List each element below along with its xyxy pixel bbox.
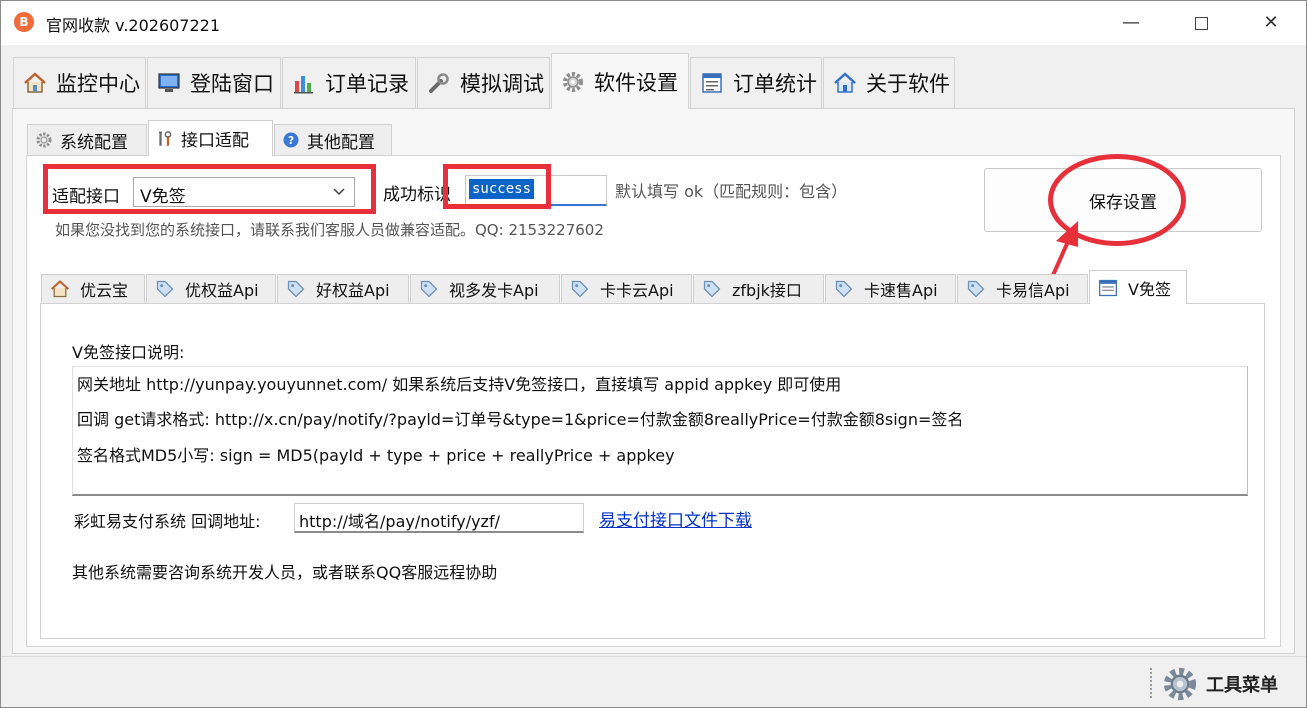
success-flag-highlight-box (443, 164, 551, 209)
tab-label: 订单统计 (733, 72, 817, 96)
rainbow-callback-url-value: http://域名/pay/notify/yzf/ (299, 512, 500, 531)
gear-icon (1162, 666, 1198, 702)
api-tab-label: 好权益Api (316, 281, 390, 300)
window-title: 官网收款 v.202607221 (46, 16, 221, 35)
contact-support-hint: 如果您没找到您的系统接口，请联系我们客服人员做兼容适配。QQ: 21532276… (55, 221, 604, 239)
rainbow-callback-url-input[interactable]: http://域名/pay/notify/yzf/ (294, 503, 584, 533)
api-tab-label: V免签 (1128, 279, 1171, 299)
tag-icon (286, 279, 306, 299)
api-tab-shiduofaka[interactable]: 视多发卡Api (410, 274, 560, 303)
tab-about-software[interactable]: 关于软件 (823, 57, 955, 108)
tools-menu-label: 工具菜单 (1206, 675, 1278, 696)
api-tab-youyunbao[interactable]: 优云宝 (41, 274, 145, 303)
signature-format-line: 签名格式MD5小写: sign = MD5(payId + type + pri… (77, 446, 675, 465)
tools-menu-button[interactable]: 工具菜单 (1162, 666, 1278, 702)
vmianqian-description-textbox[interactable]: 网关地址 http://yunpay.youyunnet.com/ 如果系统后支… (72, 366, 1248, 496)
wrench-icon (426, 70, 452, 96)
tag-icon (155, 279, 175, 299)
tab-software-settings[interactable]: 软件设置 (551, 53, 689, 109)
interface-highlight-box (43, 164, 376, 214)
default-value-hint: 默认填写 ok（匹配规则：包含） (615, 182, 848, 201)
tab-label: 关于软件 (866, 72, 950, 96)
api-tab-label: 卡易信Api (996, 281, 1070, 300)
help-icon: ? (281, 130, 301, 150)
maximize-button[interactable] (1178, 6, 1224, 40)
tab-simulate-debug[interactable]: 模拟调试 (417, 57, 550, 108)
tab-label: 软件设置 (594, 70, 678, 95)
subtab-label: 其他配置 (307, 132, 375, 153)
api-tab-kayixin[interactable]: 卡易信Api (957, 274, 1088, 303)
monitor-icon (156, 70, 182, 96)
tag-icon (966, 279, 986, 299)
tag-icon (570, 279, 590, 299)
gateway-line: 网关地址 http://yunpay.youyunnet.com/ 如果系统后支… (77, 375, 842, 394)
api-tab-label: 卡速售Api (864, 281, 938, 300)
api-tab-kakayun[interactable]: 卡卡云Api (561, 274, 692, 303)
toolbar-grip[interactable] (1150, 668, 1154, 698)
close-icon: ✕ (1263, 12, 1279, 33)
subtab-system-config[interactable]: 系统配置 (27, 124, 147, 155)
tag-icon (702, 279, 722, 299)
vmianqian-heading: V免签接口说明: (72, 343, 185, 362)
tab-label: 模拟调试 (460, 72, 544, 96)
epay-docs-download-link[interactable]: 易支付接口文件下载 (599, 506, 752, 531)
tab-label: 监控中心 (56, 72, 140, 96)
gear-icon (560, 69, 586, 95)
api-tab-kasushou[interactable]: 卡速售Api (825, 274, 956, 303)
svg-text:?: ? (288, 135, 294, 147)
api-tab-youquanyi[interactable]: 优权益Api (146, 274, 276, 303)
api-tab-label: 卡卡云Api (600, 281, 674, 300)
other-systems-note: 其他系统需要咨询系统开发人员，或者联系QQ客服远程协助 (72, 563, 498, 582)
tab-monitor-center[interactable]: 监控中心 (13, 57, 146, 108)
report-icon (699, 70, 725, 96)
tag-icon (419, 279, 439, 299)
house-icon (832, 70, 858, 96)
bar-chart-icon (291, 70, 317, 96)
api-tab-label: 视多发卡Api (449, 281, 539, 300)
tab-order-records[interactable]: 订单记录 (282, 57, 416, 108)
subtab-interface-adapter[interactable]: 接口适配 (148, 120, 273, 156)
api-tab-label: 优权益Api (185, 281, 259, 300)
tab-label: 订单记录 (325, 72, 409, 96)
api-tab-vmianqian[interactable]: V免签 (1089, 270, 1187, 304)
subtab-label: 系统配置 (60, 132, 128, 153)
tab-order-statistics[interactable]: 订单统计 (690, 57, 822, 108)
minimize-button[interactable]: — (1108, 6, 1154, 40)
house-icon (22, 70, 48, 96)
minimize-icon: — (1122, 12, 1140, 33)
tab-login-window[interactable]: 登陆窗口 (147, 57, 281, 108)
api-tab-label: zfbjk接口 (732, 281, 802, 300)
app-logo-icon: B (14, 12, 34, 32)
api-tab-label: 优云宝 (80, 281, 129, 300)
tools-icon (155, 129, 175, 149)
success-flag-label: 成功标识 (383, 185, 451, 205)
gear-icon (34, 130, 54, 150)
status-bar (1, 656, 1306, 707)
callback-format-line: 回调 get请求格式: http://x.cn/pay/notify/?payl… (77, 410, 964, 429)
tab-label: 登陆窗口 (190, 72, 274, 96)
house-icon (50, 279, 70, 299)
subtab-other-config[interactable]: ? 其他配置 (274, 124, 392, 155)
tag-icon (834, 279, 854, 299)
maximize-icon (1194, 16, 1208, 30)
window-icon (1098, 278, 1118, 298)
api-tab-zfbjk[interactable]: zfbjk接口 (693, 274, 824, 303)
close-button[interactable]: ✕ (1248, 6, 1294, 40)
api-tab-haoquanyi[interactable]: 好权益Api (277, 274, 409, 303)
subtab-label: 接口适配 (181, 131, 249, 151)
rainbow-callback-label: 彩虹易支付系统 回调地址: (74, 512, 261, 531)
